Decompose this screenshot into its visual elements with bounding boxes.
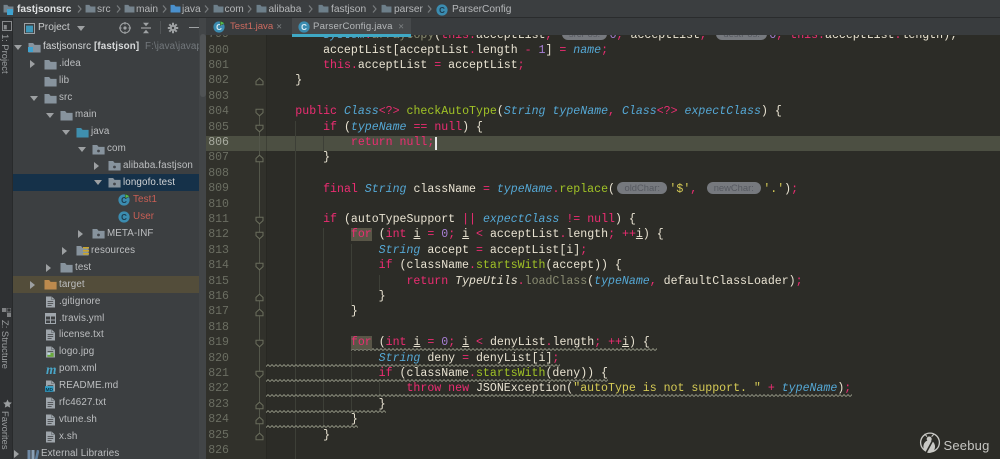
svg-text:C: C (439, 5, 445, 14)
svg-text:MD: MD (45, 387, 53, 392)
svg-text:C: C (301, 22, 307, 31)
svg-text:C: C (121, 213, 127, 222)
